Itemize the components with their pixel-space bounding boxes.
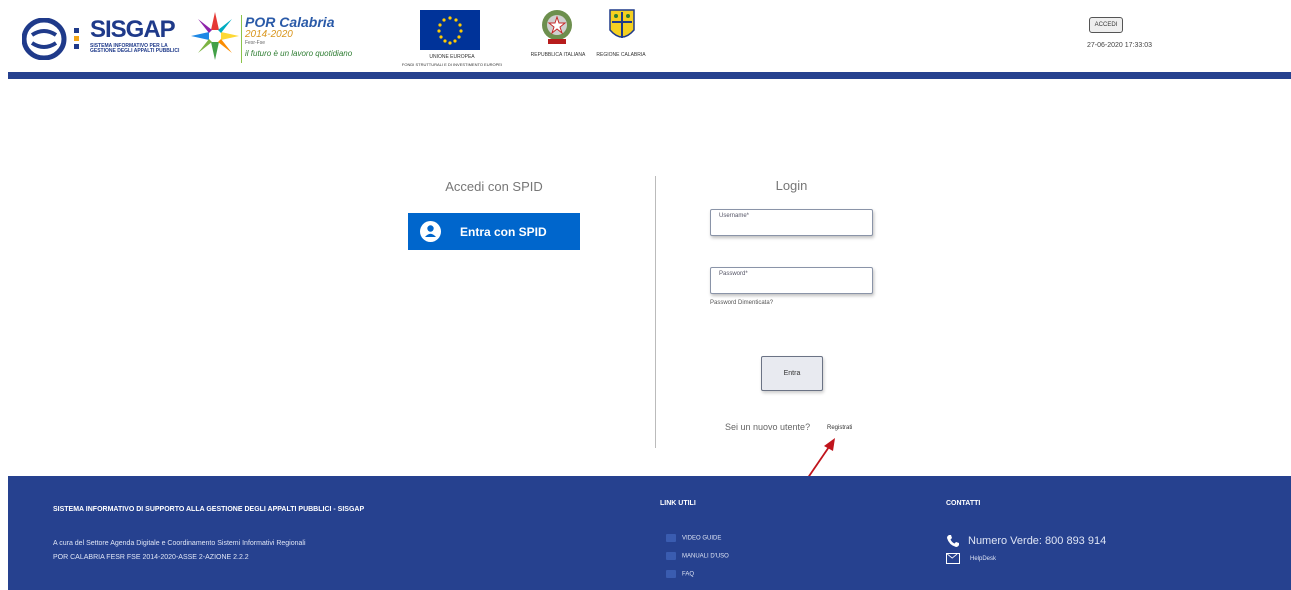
user-icon xyxy=(420,221,441,242)
toll-free-number: Numero Verde: 800 893 914 xyxy=(946,534,1106,548)
header: SISGAP SISTEMA INFORMATIVO PER LA GESTIO… xyxy=(0,0,1291,74)
new-user-text: Sei un nuovo utente? xyxy=(725,422,811,432)
video-guide-label: VIDEO GUIDE xyxy=(682,535,722,542)
footer-title: SISTEMA INFORMATIVO DI SUPPORTO ALLA GES… xyxy=(53,506,365,513)
user-manuals-link[interactable]: MANUALI D'USO xyxy=(666,552,729,560)
footer: SISTEMA INFORMATIVO DI SUPPORTO ALLA GES… xyxy=(8,476,1291,590)
mail-icon xyxy=(946,553,960,564)
eu-flag-icon xyxy=(420,10,480,50)
italian-emblem-icon xyxy=(542,10,572,44)
video-guide-link[interactable]: VIDEO GUIDE xyxy=(666,534,721,542)
por-title: POR Calabria xyxy=(245,14,335,30)
useful-links-title: LINK UTILI xyxy=(660,500,696,507)
sisgap-dots-icon xyxy=(74,28,79,49)
repubblica-logo: REPUBBLICA ITALIANA xyxy=(528,8,588,70)
spid-login-button[interactable]: Entra con SPID xyxy=(408,213,580,250)
por-fesr: Fesr-Fse xyxy=(245,40,265,46)
contacts-title: CONTATTI xyxy=(946,500,981,507)
phone-icon xyxy=(947,535,959,547)
sisgap-logo: SISGAP SISTEMA INFORMATIVO PER LA GESTIO… xyxy=(22,12,192,62)
spid-button-label: Entra con SPID xyxy=(460,225,547,239)
sisgap-brand: SISGAP xyxy=(90,16,176,43)
login-submit-button[interactable]: Entra xyxy=(761,356,823,391)
calabria-emblem-icon xyxy=(609,9,635,38)
helpdesk-link[interactable]: HelpDesk xyxy=(946,553,996,564)
phone-label: Numero Verde: 800 893 914 xyxy=(968,534,1107,547)
accedi-button[interactable]: ACCEDI xyxy=(1089,17,1123,33)
username-placeholder: Username* xyxy=(719,213,750,219)
footer-credit: A cura del Settore Agenda Digitale e Coo… xyxy=(53,540,306,547)
user-manuals-label: MANUALI D'USO xyxy=(682,553,729,560)
password-field[interactable]: Password* xyxy=(710,267,873,294)
login-title: Login xyxy=(775,178,808,193)
vertical-divider xyxy=(655,176,656,448)
faq-label: FAQ xyxy=(682,571,695,578)
sisgap-logo-icon xyxy=(22,18,67,60)
por-motto: il futuro è un lavoro quotidiano xyxy=(245,49,353,58)
eu-caption-funds: FONDI STRUTTURALI E DI INVESTIMENTO EURO… xyxy=(401,62,503,67)
faq-icon xyxy=(666,570,676,578)
username-field[interactable]: Username* xyxy=(710,209,873,236)
eu-logo: UNIONE EUROPEA FONDI STRUTTURALI E DI IN… xyxy=(392,10,512,70)
repubblica-caption: REPUBBLICA ITALIANA xyxy=(530,52,586,58)
por-divider xyxy=(241,15,242,63)
por-flower-icon xyxy=(191,12,239,60)
footer-program: POR CALABRIA FESR FSE 2014-2020-ASSE 2-A… xyxy=(53,554,249,561)
password-placeholder: Password* xyxy=(719,271,748,277)
eu-caption: UNIONE EUROPEA xyxy=(429,54,475,60)
helpdesk-label: HelpDesk xyxy=(970,556,997,563)
faq-link[interactable]: FAQ xyxy=(666,570,694,578)
video-icon xyxy=(666,534,676,542)
header-divider-bar xyxy=(8,72,1291,79)
forgot-password-link[interactable]: Password Dimenticata? xyxy=(710,300,773,306)
spid-title: Accedi con SPID xyxy=(445,179,543,194)
datetime: 27-06-2020 17:33:03 xyxy=(1087,42,1152,49)
manual-icon xyxy=(666,552,676,560)
regione-calabria-logo: REGIONE CALABRIA xyxy=(596,8,646,70)
por-years: 2014-2020 xyxy=(245,29,293,40)
register-link[interactable]: Registrati xyxy=(827,425,852,431)
sisgap-subtitle: SISTEMA INFORMATIVO PER LA GESTIONE DEGL… xyxy=(90,43,180,54)
por-calabria-logo: POR Calabria 2014-2020 Fesr-Fse il futur… xyxy=(190,10,380,66)
calabria-caption: REGIONE CALABRIA xyxy=(596,52,646,58)
